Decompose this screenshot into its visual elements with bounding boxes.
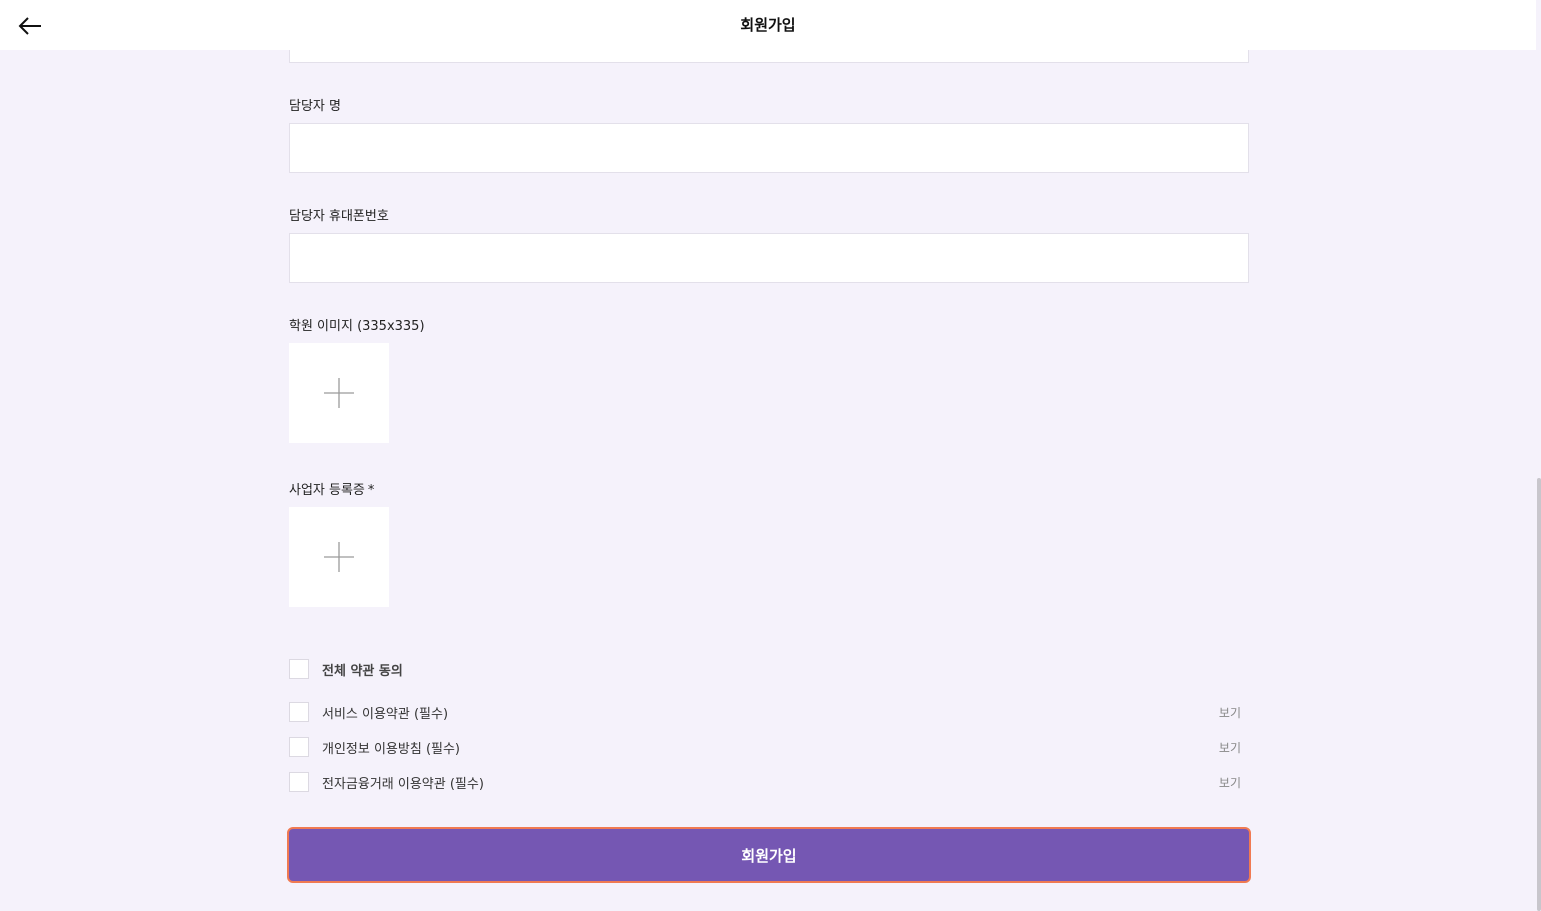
business-registration-label-text: 사업자 등록증 xyxy=(289,483,365,498)
required-mark: * xyxy=(367,483,375,498)
manager-phone-input[interactable] xyxy=(289,233,1249,283)
agree-all-checkbox[interactable] xyxy=(289,659,309,679)
business-registration-label: 사업자 등록증 * xyxy=(289,479,374,498)
page-title: 회원가입 xyxy=(740,16,796,34)
view-privacy-policy-link[interactable]: 보기 xyxy=(1219,739,1241,756)
agree-service-checkbox[interactable] xyxy=(289,702,309,722)
view-finance-terms-link[interactable]: 보기 xyxy=(1219,774,1241,791)
plus-icon xyxy=(324,542,354,572)
agree-finance-checkbox[interactable] xyxy=(289,772,309,792)
agree-privacy-label: 개인정보 이용방침 (필수) xyxy=(322,742,461,757)
agree-privacy-row: 개인정보 이용방침 (필수) 보기 xyxy=(289,737,1249,757)
manager-name-input[interactable] xyxy=(289,123,1249,173)
academy-image-label: 학원 이미지 (335x335) xyxy=(289,319,425,334)
agree-privacy-checkbox[interactable] xyxy=(289,737,309,757)
agree-service-label: 서비스 이용약관 (필수) xyxy=(322,707,449,722)
agree-finance-label: 전자금융거래 이용약관 (필수) xyxy=(322,777,484,792)
business-registration-upload[interactable] xyxy=(289,507,389,607)
agree-all-row: 전체 약관 동의 xyxy=(289,659,1249,679)
scrollbar-thumb[interactable] xyxy=(1537,478,1541,911)
signup-page: 회원가입 담당자 명 담당자 휴대폰번호 학원 이미지 (335x335) 사업… xyxy=(0,0,1541,911)
agree-service-row: 서비스 이용약관 (필수) 보기 xyxy=(289,702,1249,722)
agree-all-label: 전체 약관 동의 xyxy=(322,664,403,679)
manager-phone-label: 담당자 휴대폰번호 xyxy=(289,209,389,224)
signup-submit-button[interactable]: 회원가입 xyxy=(287,827,1251,883)
academy-image-upload[interactable] xyxy=(289,343,389,443)
plus-icon xyxy=(324,378,354,408)
view-service-terms-link[interactable]: 보기 xyxy=(1219,704,1241,721)
agree-finance-row: 전자금융거래 이용약관 (필수) 보기 xyxy=(289,772,1249,792)
top-bar: 회원가입 xyxy=(0,0,1536,50)
manager-name-label: 담당자 명 xyxy=(289,99,341,114)
